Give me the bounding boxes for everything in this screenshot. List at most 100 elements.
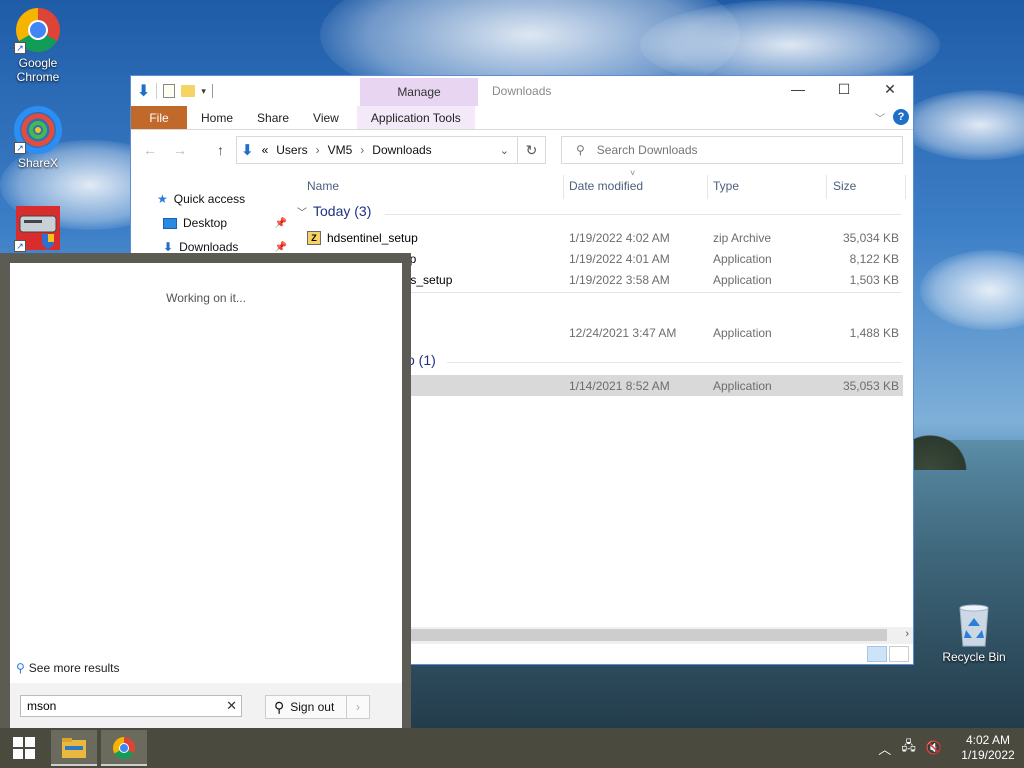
quick-access-toolbar: ⬇ ▾ — [137, 81, 213, 101]
download-arrow-icon: ⬇ — [137, 83, 151, 100]
network-icon[interactable]: 🖧 — [901, 737, 916, 759]
desktop-icon-label: ShareX — [17, 156, 59, 170]
show-hidden-icons-chevron-icon[interactable]: ︿ — [878, 739, 891, 758]
file-size: 1,503 KB — [849, 273, 899, 287]
breadcrumb-downloads[interactable]: Downloads — [372, 143, 431, 157]
desktop-icon-recycle-bin[interactable]: Recycle Bin — [938, 600, 1010, 664]
download-arrow-icon: ⬇ — [163, 240, 174, 254]
search-input[interactable] — [596, 143, 877, 157]
search-footer: ✕ ⚲ Sign out › — [10, 683, 402, 728]
lock-search-icon: ⚲ — [274, 698, 285, 715]
large-icons-view-button[interactable] — [889, 646, 909, 662]
back-button[interactable]: ← — [143, 142, 157, 158]
search-status: Working on it... — [166, 291, 246, 305]
details-view-button[interactable] — [867, 646, 887, 662]
help-icon[interactable]: ? — [893, 109, 909, 125]
tab-share[interactable]: Share — [245, 106, 301, 129]
see-more-results-link[interactable]: ⚲ See more results — [16, 661, 120, 675]
desktop-icon-chrome[interactable]: ↗ Google Chrome — [2, 6, 74, 84]
column-name[interactable]: Name — [307, 179, 339, 193]
clear-search-icon[interactable]: ✕ — [226, 698, 237, 714]
file-date: 1/19/2022 3:58 AM — [569, 273, 670, 287]
ribbon-tabs: File Home Share View Application Tools ﹀… — [131, 106, 913, 130]
nav-item-label: Quick access — [173, 192, 246, 206]
column-date-modified[interactable]: Date modified — [569, 179, 643, 193]
table-row[interactable]: Z hdsentinel_setup 1/19/2022 4:02 AM zip… — [293, 227, 903, 248]
group-header-older[interactable]: o (1) — [407, 352, 436, 368]
file-explorer-icon — [62, 738, 86, 758]
properties-icon[interactable] — [163, 84, 176, 98]
minimize-button[interactable]: — — [775, 76, 821, 104]
zip-file-icon: Z — [307, 231, 321, 245]
installer-icon: ↗ — [14, 204, 62, 252]
file-date: 1/19/2022 4:02 AM — [569, 231, 670, 245]
address-history-chevron-icon[interactable]: ⌄ — [500, 144, 509, 157]
volume-muted-icon[interactable]: 🔇 — [926, 740, 942, 756]
up-button[interactable]: ↑ — [217, 142, 224, 158]
search-results-pane: Working on it... ⚲ See more results ✕ ⚲ … — [10, 263, 402, 728]
start-search-field[interactable]: ✕ — [20, 695, 242, 717]
sign-out-label: Sign out — [290, 700, 335, 714]
start-search-panel: Working on it... ⚲ See more results ✕ ⚲ … — [0, 253, 411, 728]
customize-qat-icon[interactable]: ▾ — [201, 86, 206, 97]
file-type: Application — [713, 273, 772, 287]
address-bar[interactable]: ⬇ « Users › VM5 › Downloads ⌄ — [236, 136, 518, 164]
tab-application-tools[interactable]: Application Tools — [356, 106, 475, 129]
scrollbar-thumb[interactable] — [411, 629, 887, 641]
tab-home[interactable]: Home — [189, 106, 245, 129]
sharex-icon: ↗ — [14, 106, 62, 154]
column-size[interactable]: Size — [833, 179, 856, 193]
group-label: Today (3) — [313, 203, 372, 219]
taskbar-chrome[interactable] — [101, 730, 147, 766]
navigation-bar: ← → ↑ ⬇ « Users › VM5 › Downloads ⌄ ↻ ⚲ — [131, 130, 913, 170]
refresh-button[interactable]: ↻ — [518, 136, 546, 164]
desktop-icon-label: Chrome — [16, 70, 60, 84]
start-search-input[interactable] — [27, 699, 217, 713]
clock[interactable]: 4:02 AM 1/19/2022 — [952, 733, 1024, 763]
new-folder-icon[interactable] — [181, 85, 196, 97]
breadcrumb-separator: › — [315, 143, 320, 157]
expand-ribbon-icon[interactable]: ﹀ — [875, 110, 885, 125]
tab-manage[interactable]: Manage — [360, 78, 478, 106]
group-label: o (1) — [407, 352, 436, 368]
pin-icon[interactable]: 📌 — [275, 242, 287, 253]
tab-view[interactable]: View — [301, 106, 351, 129]
desktop-icon-sharex[interactable]: ↗ ShareX — [2, 106, 74, 170]
breadcrumb-users[interactable]: Users — [276, 143, 307, 157]
nav-desktop[interactable]: Desktop 📌 — [163, 216, 293, 230]
desktop-icon — [163, 217, 177, 229]
tab-file[interactable]: File — [131, 106, 187, 129]
file-date: 12/24/2021 3:47 AM — [569, 326, 677, 340]
taskbar: ︿ 🖧 🔇 4:02 AM 1/19/2022 — [0, 728, 1024, 768]
nav-downloads[interactable]: ⬇ Downloads 📌 — [163, 240, 293, 254]
breadcrumb-overflow[interactable]: « — [262, 143, 269, 157]
see-more-label: See more results — [28, 661, 120, 675]
group-header-today[interactable]: ﹀ Today (3) — [297, 203, 371, 219]
pin-icon[interactable]: 📌 — [275, 218, 287, 229]
close-button[interactable]: ✕ — [867, 76, 913, 104]
separator — [211, 84, 213, 98]
maximize-button[interactable]: ☐ — [821, 76, 867, 104]
taskbar-file-explorer[interactable] — [51, 730, 97, 766]
power-options-arrow-button[interactable]: › — [346, 695, 370, 719]
desktop-icon-label: Google — [18, 56, 58, 70]
chrome-icon: ↗ — [14, 6, 62, 54]
file-date: 1/14/2021 8:52 AM — [569, 379, 670, 393]
file-size: 1,488 KB — [849, 326, 899, 340]
collapse-chevron-icon: ﹀ — [297, 207, 307, 219]
navigation-pane: ★ Quick access Desktop 📌 ⬇ Downloads 📌 — [131, 171, 293, 261]
search-downloads-box[interactable]: ⚲ — [561, 136, 903, 164]
forward-button[interactable]: → — [173, 142, 187, 158]
sign-out-button[interactable]: ⚲ Sign out — [265, 695, 347, 719]
star-icon: ★ — [157, 192, 168, 206]
scroll-right-arrow-icon[interactable]: › — [905, 628, 909, 640]
file-size: 35,053 KB — [842, 379, 899, 393]
column-type[interactable]: Type — [713, 179, 739, 193]
download-folder-icon: ⬇ — [241, 142, 254, 159]
breadcrumb-vm5[interactable]: VM5 — [328, 143, 353, 157]
desktop-icon-hdsentinel[interactable]: ↗ — [2, 204, 74, 254]
separator — [156, 83, 158, 99]
window-title: Downloads — [492, 84, 552, 98]
nav-quick-access[interactable]: ★ Quick access — [157, 192, 245, 206]
start-button[interactable] — [0, 728, 48, 768]
